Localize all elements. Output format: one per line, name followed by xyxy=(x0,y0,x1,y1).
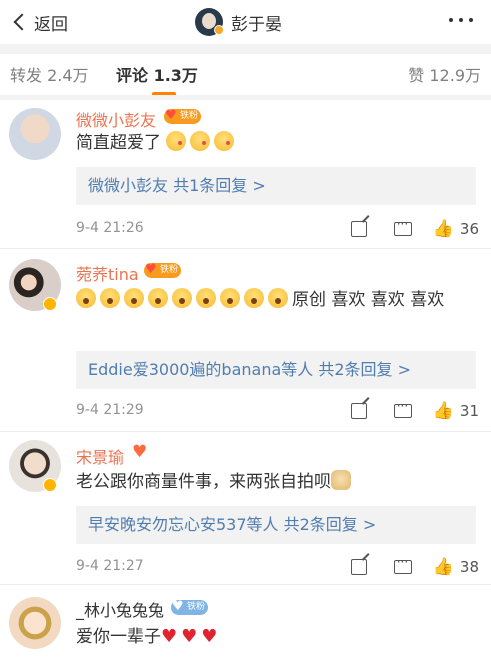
tab-comment[interactable]: 评论 1.3万 xyxy=(116,62,198,86)
wow-emoji-icon xyxy=(172,288,192,308)
verified-badge-icon xyxy=(214,25,224,35)
comment-item: 菀荞tina ♥ 铁粉 原创 喜欢 喜欢 喜欢 Eddie爱3000遍的banan… xyxy=(0,249,491,431)
reply-summary[interactable]: 微微小彭友 共1条回复 > xyxy=(76,167,476,205)
verified-badge-icon xyxy=(43,297,57,311)
comment-username[interactable]: 宋景瑜 xyxy=(76,444,124,468)
top-nav-bar: 返回 彭于晏 xyxy=(0,0,491,44)
avatar[interactable] xyxy=(9,108,61,160)
doge-emoji-icon xyxy=(331,470,351,490)
kiss-emoji-icon xyxy=(214,131,235,151)
reply-summary[interactable]: Eddie爱3000遍的banana等人 共2条回复 > xyxy=(76,351,476,389)
comment-item: 微微小彭友 ♥ 铁粉 简直超爱了 微微小彭友 共1条回复 > 9-4 21:26 … xyxy=(0,100,491,248)
like-button[interactable]: 👍 38 xyxy=(433,556,479,578)
comment-item: 宋景瑜 ♥ 老公跟你商量件事，来两张自拍呗 早安晚安勿忘心安537等人 共2条回… xyxy=(0,432,491,584)
wow-emoji-icon xyxy=(148,288,168,308)
heart-icon: ♥ xyxy=(165,108,177,123)
fan-badge: ♥ 铁粉 xyxy=(164,108,202,124)
like-button[interactable]: 👍 36 xyxy=(433,218,479,240)
chevron-left-icon xyxy=(13,13,31,31)
wow-emoji-icon xyxy=(76,288,96,308)
heart-icon: ♥ xyxy=(145,262,157,277)
verified-badge-icon xyxy=(43,478,57,492)
comment-icon xyxy=(393,217,412,236)
comment-icon xyxy=(393,399,412,418)
fan-badge: ♥ 铁粉 xyxy=(144,262,182,278)
comment-icon xyxy=(393,555,412,574)
like-count: 31 xyxy=(459,402,479,420)
comment-actions: 👍 36 xyxy=(337,217,479,240)
like-button[interactable]: 👍 31 xyxy=(433,400,479,422)
share-icon xyxy=(350,403,367,419)
share-button[interactable] xyxy=(337,556,381,578)
like-count: 38 xyxy=(459,558,479,576)
heart-emoji-icon: ♥ xyxy=(201,626,218,647)
reply-summary[interactable]: 早安晚安勿忘心安537等人 共2条回复 > xyxy=(76,506,476,544)
comment-username[interactable]: 菀荞tina xyxy=(76,261,139,285)
comment-text: 爱你一辈子♥ ♥ ♥ xyxy=(76,626,218,647)
kiss-emoji-icon xyxy=(166,131,187,151)
comment-text: 原创 喜欢 喜欢 喜欢 xyxy=(76,287,476,314)
reply-button[interactable] xyxy=(381,555,425,578)
kiss-emoji-icon xyxy=(190,131,211,151)
tab-repost[interactable]: 转发 2.4万 xyxy=(10,62,89,86)
page-title-group[interactable]: 彭于晏 xyxy=(195,4,282,40)
wow-emoji-icon xyxy=(196,288,216,308)
page-title: 彭于晏 xyxy=(231,14,282,35)
comment-item: _林小兔兔兔 ♥ 铁粉 爱你一辈子♥ ♥ ♥ xyxy=(0,585,491,659)
tab-bar: 转发 2.4万 评论 1.3万 赞 12.9万 xyxy=(0,54,491,96)
share-icon xyxy=(350,221,367,237)
comment-actions: 👍 31 xyxy=(337,399,479,422)
heart-emoji-icon: ♥ xyxy=(161,626,178,647)
heart-icon: ♥ xyxy=(172,599,184,614)
heart-emoji-icon: ♥ xyxy=(181,626,198,647)
comment-time: 9-4 21:26 xyxy=(76,220,144,236)
comment-actions: 👍 38 xyxy=(337,555,479,578)
share-button[interactable] xyxy=(337,218,381,240)
comment-time: 9-4 21:27 xyxy=(76,558,144,574)
thumbs-up-icon: 👍 xyxy=(432,401,454,421)
comment-username[interactable]: 微微小彭友 xyxy=(76,107,156,131)
reply-button[interactable] xyxy=(381,217,425,240)
share-icon xyxy=(350,559,367,575)
comment-text: 老公跟你商量件事，来两张自拍呗 xyxy=(76,469,476,496)
thumbs-up-icon: 👍 xyxy=(432,219,454,239)
fan-heart-icon: ♥ xyxy=(132,442,148,462)
comment-time: 9-4 21:29 xyxy=(76,402,144,418)
wow-emoji-icon xyxy=(220,288,240,308)
tab-like[interactable]: 赞 12.9万 xyxy=(408,62,481,86)
thumbs-up-icon: 👍 xyxy=(432,557,454,577)
more-options-icon[interactable] xyxy=(449,18,473,22)
like-count: 36 xyxy=(459,220,479,238)
back-label: 返回 xyxy=(34,14,68,35)
fan-badge: ♥ 铁粉 xyxy=(171,599,209,615)
reply-button[interactable] xyxy=(381,399,425,422)
wow-emoji-icon xyxy=(268,288,288,308)
back-button[interactable]: 返回 xyxy=(12,8,68,36)
section-gap xyxy=(0,44,491,54)
comment-username[interactable]: _林小兔兔兔 xyxy=(76,597,164,621)
comment-text: 简直超爱了 xyxy=(76,130,476,157)
avatar[interactable] xyxy=(9,597,61,649)
share-button[interactable] xyxy=(337,400,381,422)
wow-emoji-icon xyxy=(124,288,144,308)
wow-emoji-icon xyxy=(100,288,120,308)
wow-emoji-icon xyxy=(244,288,264,308)
